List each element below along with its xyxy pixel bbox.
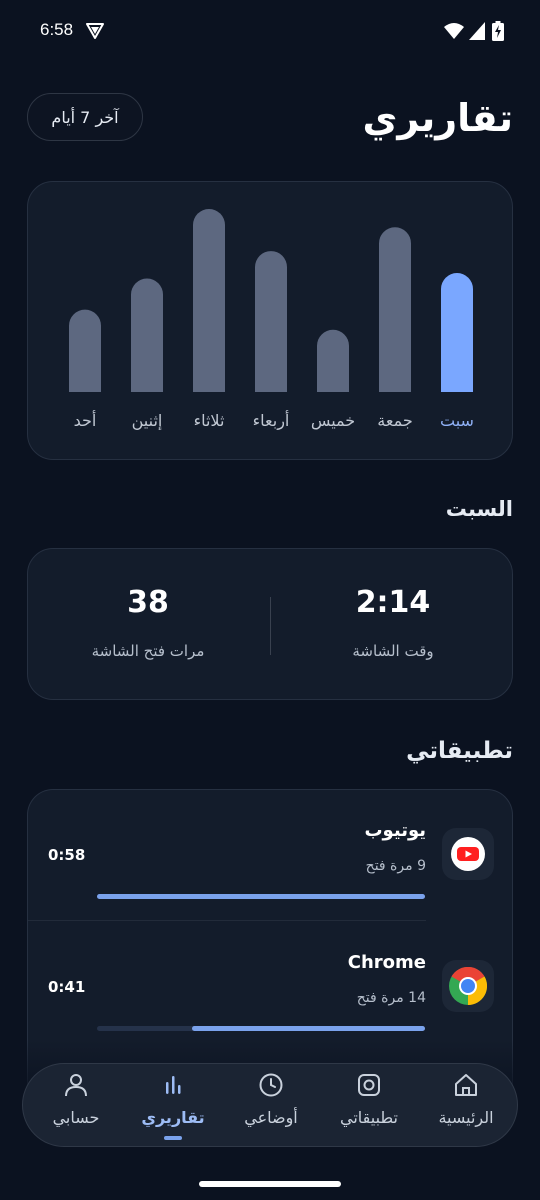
app-usage-bar (97, 1026, 425, 1031)
chart-day-label[interactable]: إثنين (132, 411, 163, 431)
youtube-icon (442, 828, 494, 880)
screen-time-value: 2:14 (355, 585, 431, 620)
chart-bar-base-6 (131, 376, 163, 392)
chart-day-label[interactable]: ثلاثاء (194, 411, 225, 430)
nav-item-apps[interactable]: تطبيقاتي (319, 1064, 419, 1148)
cellular-signal-icon (469, 22, 485, 40)
app-row-youtube[interactable]: يوتيوب 9 مرة فتح 0:58 (28, 790, 512, 922)
app-open-count: 9 مرة فتح (365, 858, 426, 874)
nav-item-account[interactable]: حسابي (26, 1064, 126, 1148)
nav-label: أوضاعي (244, 1108, 298, 1127)
chart-bar-2[interactable] (379, 227, 411, 392)
person-icon (65, 1074, 87, 1097)
nav-label: حسابي (52, 1108, 100, 1127)
row-divider (28, 920, 426, 921)
chart-bar-1[interactable] (441, 273, 473, 392)
page-title: تقاريري (362, 96, 514, 140)
reports-screen: 6:58 آخر 7 أيام تقاريري سبت جمعة خميس أربعا… (0, 0, 540, 1200)
chart-bar-base-4 (255, 376, 287, 392)
app-usage-bar (97, 894, 425, 899)
bottom-navigation-bar: الرئيسية تطبيقاتي أوضاعي تقاريري حسابي (22, 1063, 518, 1147)
app-name: يوتيوب (364, 820, 426, 841)
weekly-usage-chart: سبت جمعة خميس أربعاء ثلاثاء إثنين أحد (69, 209, 474, 431)
vpn-shield-icon (86, 23, 104, 39)
home-icon (455, 1074, 477, 1096)
screen-time-stat: 2:14 وقت الشاشة (273, 585, 513, 660)
nav-label: تقاريري (141, 1108, 205, 1127)
nav-item-reports[interactable]: تقاريري (123, 1064, 223, 1148)
chrome-icon (442, 960, 494, 1012)
nav-item-home[interactable]: الرئيسية (416, 1064, 516, 1148)
screen-time-label: وقت الشاشة (352, 642, 434, 660)
app-usage-bar-fill (192, 1026, 425, 1031)
day-summary-card: 2:14 وقت الشاشة 38 مرات فتح الشاشة (27, 548, 513, 700)
status-time: 6:58 (40, 20, 74, 39)
bar-chart-icon (166, 1076, 181, 1094)
chart-bar-base-7 (69, 376, 101, 392)
app-row-chrome[interactable]: Chrome 14 مرة فتح 0:41 (28, 922, 512, 1054)
apps-section-title: تطبيقاتي (406, 738, 513, 764)
app-usage-bar-fill (97, 894, 425, 899)
summary-divider (270, 597, 271, 655)
selected-day-title: السبت (445, 497, 513, 521)
apps-icon (358, 1074, 380, 1096)
app-name: Chrome (347, 952, 426, 973)
chart-bar-base-1 (441, 376, 473, 392)
unlocks-stat: 38 مرات فتح الشاشة (28, 585, 268, 660)
chart-bar-6[interactable] (131, 278, 163, 392)
wifi-icon (444, 23, 464, 39)
nav-label: الرئيسية (438, 1108, 494, 1127)
app-usage-time: 0:41 (48, 978, 86, 996)
chart-day-label[interactable]: جمعة (377, 411, 412, 430)
battery-charging-icon (492, 21, 504, 41)
weekly-usage-chart-card: سبت جمعة خميس أربعاء ثلاثاء إثنين أحد (27, 181, 513, 460)
chart-day-label[interactable]: خميس (311, 411, 355, 431)
unlocks-value: 38 (127, 585, 169, 620)
chart-bar-base-3 (317, 376, 349, 392)
chart-bar-4[interactable] (255, 251, 287, 392)
active-tab-indicator (164, 1136, 182, 1140)
chart-bar-5[interactable] (193, 209, 225, 392)
nav-item-modes[interactable]: أوضاعي (221, 1064, 321, 1148)
nav-label: تطبيقاتي (340, 1108, 398, 1127)
chart-day-label[interactable]: سبت (440, 411, 474, 430)
clock-icon (259, 1073, 283, 1097)
chart-day-label[interactable]: أحد (74, 410, 97, 430)
unlocks-label: مرات فتح الشاشة (91, 642, 205, 660)
chart-bar-base-2 (379, 376, 411, 392)
app-open-count: 14 مرة فتح (356, 990, 426, 1006)
chart-day-label[interactable]: أربعاء (253, 410, 290, 431)
status-bar: 6:58 (0, 0, 540, 64)
date-range-chip[interactable]: آخر 7 أيام (27, 93, 143, 141)
chart-bar-base-5 (193, 376, 225, 392)
home-gesture-bar[interactable] (199, 1181, 341, 1187)
app-usage-time: 0:58 (48, 846, 86, 864)
